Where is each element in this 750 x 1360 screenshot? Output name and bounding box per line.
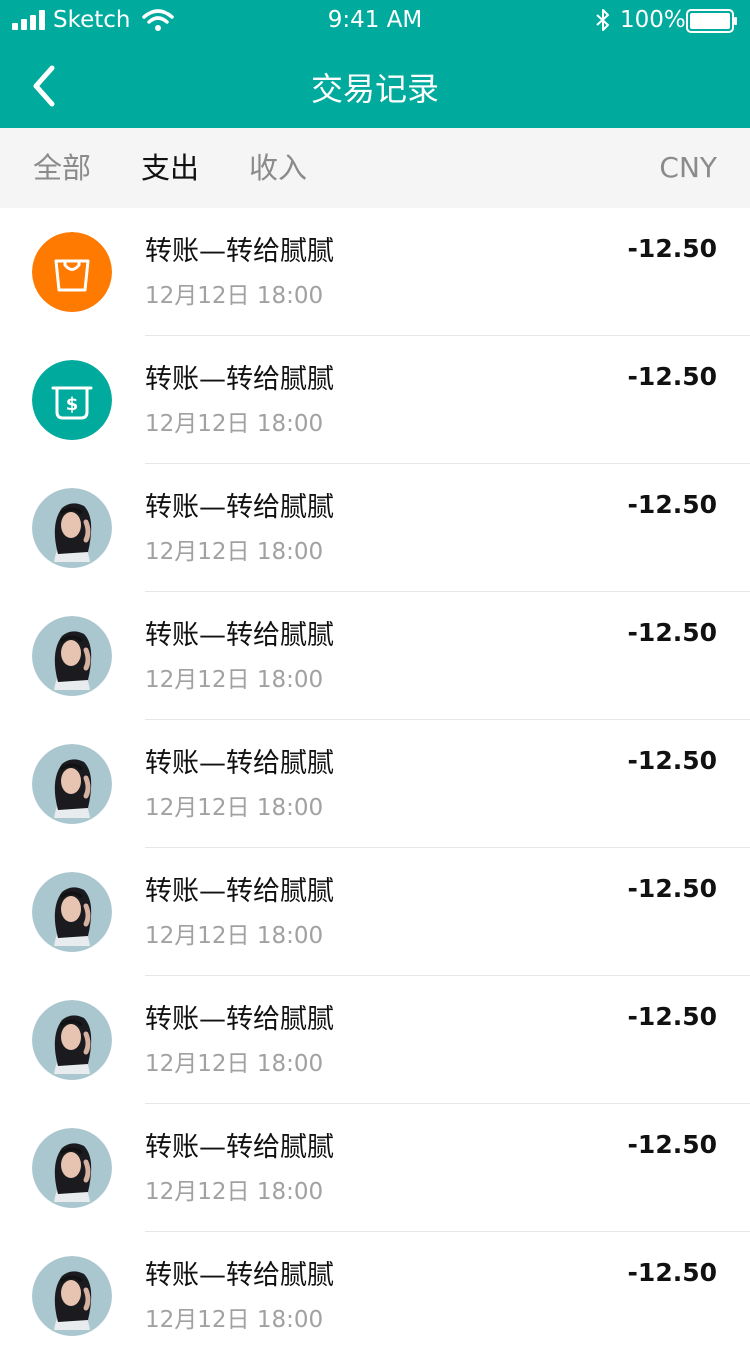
transaction-date: 12月12日 18:00 [145, 923, 324, 949]
filter-tabs: 全部 支出 收入 CNY [0, 128, 750, 208]
list-item[interactable]: $ 转账—转给腻腻 12月12日 18:00 -12.50 [0, 336, 750, 464]
user-avatar [32, 1256, 112, 1336]
user-avatar [32, 616, 112, 696]
transaction-date: 12月12日 18:00 [145, 1307, 324, 1333]
transaction-date: 12月12日 18:00 [145, 283, 324, 309]
transaction-amount: -12.50 [627, 1258, 717, 1287]
transaction-list: 转账—转给腻腻 12月12日 18:00 -12.50 $ 转账—转给腻腻 12… [0, 208, 750, 1360]
transaction-date: 12月12日 18:00 [145, 411, 324, 437]
list-item[interactable]: 转账—转给腻腻 12月12日 18:00 -12.50 [0, 208, 750, 336]
list-item[interactable]: 转账—转给腻腻 12月12日 18:00 -12.50 [0, 976, 750, 1104]
transaction-amount: -12.50 [627, 746, 717, 775]
transaction-amount: -12.50 [627, 618, 717, 647]
transaction-date: 12月12日 18:00 [145, 795, 324, 821]
user-avatar [32, 744, 112, 824]
list-item[interactable]: 转账—转给腻腻 12月12日 18:00 -12.50 [0, 592, 750, 720]
transaction-title: 转账—转给腻腻 [145, 1132, 334, 1163]
transaction-amount: -12.50 [627, 874, 717, 903]
transaction-amount: -12.50 [627, 362, 717, 391]
transaction-title: 转账—转给腻腻 [145, 748, 334, 779]
user-avatar [32, 488, 112, 568]
transaction-date: 12月12日 18:00 [145, 1051, 324, 1077]
transaction-date: 12月12日 18:00 [145, 1179, 324, 1205]
user-avatar [32, 872, 112, 952]
currency-selector[interactable]: CNY [659, 150, 717, 186]
transaction-title: 转账—转给腻腻 [145, 364, 334, 395]
battery-icon [686, 9, 737, 33]
transaction-date: 12月12日 18:00 [145, 539, 324, 565]
status-bar: Sketch 9:41 AM 100% [0, 0, 750, 42]
list-item[interactable]: 转账—转给腻腻 12月12日 18:00 -12.50 [0, 720, 750, 848]
user-avatar [32, 1000, 112, 1080]
battery-percent: 100% [620, 7, 686, 33]
transaction-title: 转账—转给腻腻 [145, 236, 334, 267]
atm-dollar-icon: $ [32, 360, 112, 440]
transaction-amount: -12.50 [627, 1002, 717, 1031]
transaction-amount: -12.50 [627, 234, 717, 263]
transaction-title: 转账—转给腻腻 [145, 492, 334, 523]
shopping-bag-icon [32, 232, 112, 312]
transaction-title: 转账—转给腻腻 [145, 620, 334, 651]
tab-income[interactable]: 收入 [249, 150, 307, 186]
svg-text:$: $ [66, 394, 79, 415]
transaction-amount: -12.50 [627, 490, 717, 519]
transaction-date: 12月12日 18:00 [145, 667, 324, 693]
header: Sketch 9:41 AM 100% 交易记录 [0, 0, 750, 128]
tab-all[interactable]: 全部 [33, 150, 91, 186]
list-item[interactable]: 转账—转给腻腻 12月12日 18:00 -12.50 [0, 464, 750, 592]
user-avatar [32, 1128, 112, 1208]
transaction-title: 转账—转给腻腻 [145, 1004, 334, 1035]
bluetooth-icon [596, 9, 609, 31]
list-item[interactable]: 转账—转给腻腻 12月12日 18:00 -12.50 [0, 1104, 750, 1232]
page-title: 交易记录 [310, 70, 439, 108]
tab-expense[interactable]: 支出 [141, 150, 199, 186]
transaction-title: 转账—转给腻腻 [145, 876, 334, 907]
list-item[interactable]: 转账—转给腻腻 12月12日 18:00 -12.50 [0, 848, 750, 976]
list-item[interactable]: 转账—转给腻腻 12月12日 18:00 -12.50 [0, 1232, 750, 1360]
transaction-title: 转账—转给腻腻 [145, 1260, 334, 1291]
transaction-amount: -12.50 [627, 1130, 717, 1159]
